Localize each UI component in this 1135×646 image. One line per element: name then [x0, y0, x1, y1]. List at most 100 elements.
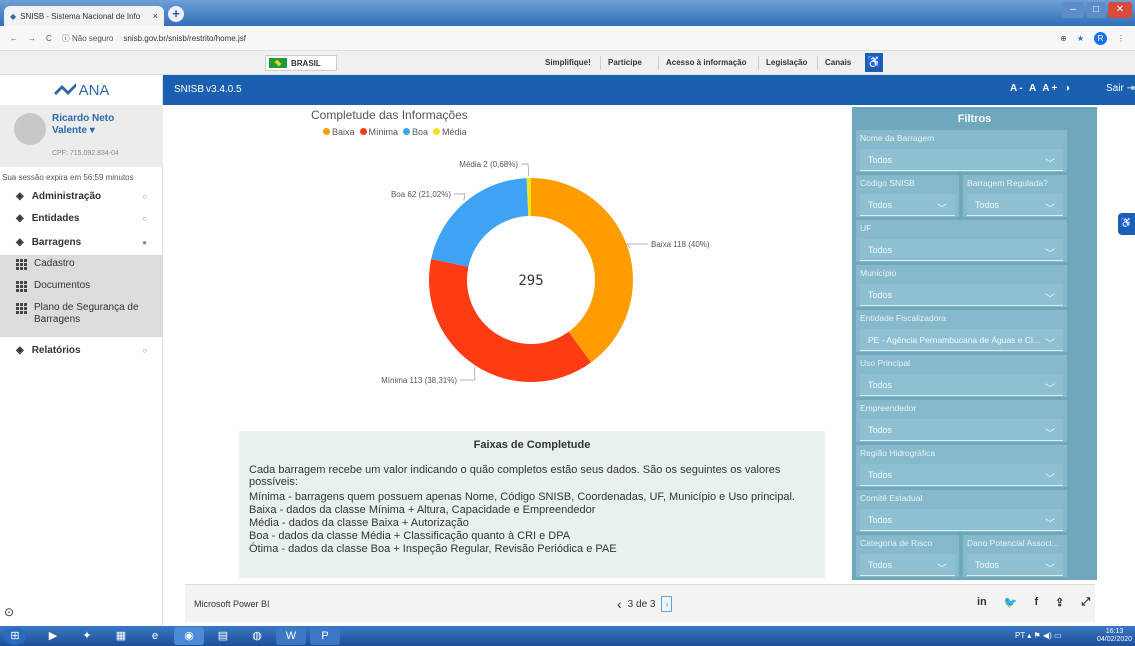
uf-select[interactable]: Todos ﹀	[860, 239, 1063, 261]
session-timer: Sua sessão expira em 56:59 minutos	[2, 173, 134, 182]
taskbar-word-icon[interactable]: W	[276, 627, 306, 645]
submenu-label: Plano de Segurança de Barragens	[34, 302, 139, 325]
close-tab-icon[interactable]: ×	[153, 11, 158, 21]
sidebar-item-relatorios[interactable]: ◈ Relatórios ○	[0, 339, 163, 361]
accessibility-icon[interactable]: ♿	[865, 53, 883, 72]
font-size-controls[interactable]: A- A A+ ◑	[1010, 83, 1072, 94]
municipio-select[interactable]: Todos ﹀	[860, 284, 1063, 306]
ana-logo: ANA	[0, 75, 163, 105]
forward-icon[interactable]: →	[28, 34, 36, 43]
barragem-regulada-select[interactable]: Todos ﹀	[967, 194, 1063, 216]
gov-link-legislacao[interactable]: Legislação	[758, 56, 814, 70]
donut-slice-mínima[interactable]	[429, 258, 591, 383]
powerbi-footer: Microsoft Power BI ‹ 3 de 3 › in 🐦 f ⇪ ⤢	[185, 584, 1095, 622]
select-value: Todos	[868, 425, 893, 435]
comite-select[interactable]: Todos ﹀	[860, 509, 1063, 531]
bookmark-star-icon[interactable]: ★	[1077, 34, 1084, 43]
powerbi-link[interactable]: Microsoft Power BI	[194, 599, 270, 609]
risco-select[interactable]: Todos ﹀	[860, 554, 955, 576]
filter-municipio: Município Todos ﹀	[856, 265, 1067, 307]
reload-icon[interactable]: C	[46, 34, 52, 43]
zoom-icon[interactable]: ⊕	[1060, 34, 1067, 43]
expand-dot-icon: ○	[142, 345, 147, 355]
submenu-cadastro[interactable]: Cadastro	[0, 255, 163, 277]
minimize-button[interactable]: –	[1062, 2, 1084, 18]
gov-link-simplifique[interactable]: Simplifique!	[538, 56, 598, 70]
system-tray[interactable]: PT ▴ ⚑ ◀) ▭	[1015, 631, 1062, 640]
info-title: Faixas de Completude	[473, 439, 591, 451]
completeness-info-box: Faixas de Completude Cada barragem receb…	[239, 431, 825, 578]
twitter-icon[interactable]: 🐦	[1004, 596, 1018, 609]
filter-label: Entidade Fiscalizadora	[860, 313, 946, 323]
accessibility-widget-icon[interactable]: ♿	[1118, 213, 1135, 235]
empreendedor-select[interactable]: Todos ﹀	[860, 419, 1063, 441]
layers-icon: ◈	[16, 344, 24, 356]
filter-codigo-snisb: Código SNISB Todos ﹀	[856, 175, 959, 217]
back-icon[interactable]: ←	[10, 34, 18, 43]
taskbar-firefox-icon[interactable]: ◍	[242, 627, 272, 645]
security-indicator[interactable]: ⓘ Não seguro	[62, 33, 114, 44]
browser-tab[interactable]: ◆ SNISB - Sistema Nacional de Info ×	[4, 6, 164, 26]
submenu-plano-seguranca[interactable]: Plano de Segurança de Barragens	[0, 299, 163, 337]
select-value: Todos	[868, 245, 893, 255]
submenu-documentos[interactable]: Documentos	[0, 277, 163, 299]
sidebar-item-administracao[interactable]: ◈ Administração ○	[0, 185, 163, 207]
gov-link-acesso[interactable]: Acesso à informação	[658, 56, 753, 70]
taskbar-media-icon[interactable]: ▶	[38, 627, 68, 645]
slice-label-mínima: Mínima 113 (38,31%)	[381, 376, 457, 385]
logout-button[interactable]: Sair ⇥	[1106, 83, 1135, 94]
sidebar: ANA Ricardo Neto Valente ▾ CPF: 715.092.…	[0, 75, 163, 626]
taskbar-chrome-icon[interactable]: ◉	[174, 627, 204, 645]
regiao-select[interactable]: Todos ﹀	[860, 464, 1063, 486]
new-tab-button[interactable]: +	[168, 6, 184, 22]
chevron-down-icon: ﹀	[1045, 519, 1055, 530]
filter-label: Categoria de Risco	[860, 538, 933, 548]
close-window-button[interactable]: ✕	[1108, 2, 1132, 18]
taskbar-folder-icon[interactable]: ▤	[208, 627, 238, 645]
codigo-snisb-select[interactable]: Todos ﹀	[860, 194, 955, 216]
select-value: Todos	[868, 380, 893, 390]
app-version: v3.4.0.5	[206, 84, 242, 95]
legend-item-boa: Boa	[403, 127, 428, 137]
maximize-button[interactable]: □	[1086, 2, 1106, 18]
fullscreen-icon[interactable]: ⤢	[1081, 596, 1090, 609]
sidebar-item-barragens[interactable]: ◈ Barragens ●	[0, 231, 163, 253]
expand-dot-icon: ○	[142, 191, 147, 201]
filter-uso-principal: Uso Principal Todos ﹀	[856, 355, 1067, 397]
uso-select[interactable]: Todos ﹀	[860, 374, 1063, 396]
next-page-button[interactable]: ›	[661, 596, 673, 612]
entidade-select[interactable]: PE - Agência Pernambucana de Águas e Cl.…	[860, 329, 1063, 351]
taskbar-calc-icon[interactable]: ▦	[106, 627, 136, 645]
donut-slice-baixa[interactable]	[531, 178, 634, 363]
taskbar-app-icon[interactable]: ✦	[72, 627, 102, 645]
taskbar-ie-icon[interactable]: e	[140, 627, 170, 645]
prev-page-button[interactable]: ‹	[617, 596, 622, 612]
chevron-down-icon: ﹀	[1045, 429, 1055, 440]
gov-link-canais[interactable]: Canais	[817, 56, 858, 70]
nome-barragem-select[interactable]: Todos ﹀	[860, 149, 1063, 171]
start-button[interactable]: ⊞	[4, 627, 26, 645]
url-field[interactable]: snisb.gov.br/snisb/restrito/home.jsf	[123, 34, 246, 43]
user-name[interactable]: Ricardo Neto Valente ▾	[52, 113, 152, 137]
gov-link-participe[interactable]: Participe	[600, 56, 649, 70]
facebook-icon[interactable]: f	[1034, 596, 1038, 609]
browser-menu-icon[interactable]: ⋮	[1117, 34, 1125, 43]
filter-uf: UF Todos ﹀	[856, 220, 1067, 262]
linkedin-icon[interactable]: in	[977, 596, 987, 609]
app-header: SNISB v3.4.0.5 A- A A+ ◑ Sair ⇥	[163, 75, 1135, 105]
sidebar-item-entidades[interactable]: ◈ Entidades ○	[0, 207, 163, 229]
profile-avatar[interactable]: R	[1094, 31, 1107, 45]
taskbar-powerpoint-icon[interactable]: P	[310, 627, 340, 645]
filter-dano-potencial: Dano Potencial Associ... Todos ﹀	[963, 535, 1067, 577]
settings-icon[interactable]: ⊙	[4, 605, 14, 619]
user-cpf: CPF: 715.092.834-04	[52, 150, 119, 157]
app-name[interactable]: SNISB	[174, 84, 204, 95]
brasil-link[interactable]: BRASIL	[265, 55, 337, 71]
share-icon[interactable]: ⇪	[1055, 596, 1064, 609]
taskbar-clock[interactable]: 16:13 04/02/2020	[1097, 628, 1132, 644]
leader-line	[521, 163, 530, 177]
chevron-down-icon: ﹀	[1045, 564, 1055, 575]
clock-date: 04/02/2020	[1097, 636, 1133, 643]
dano-select[interactable]: Todos ﹀	[967, 554, 1063, 576]
chevron-down-icon: ﹀	[1045, 204, 1055, 215]
